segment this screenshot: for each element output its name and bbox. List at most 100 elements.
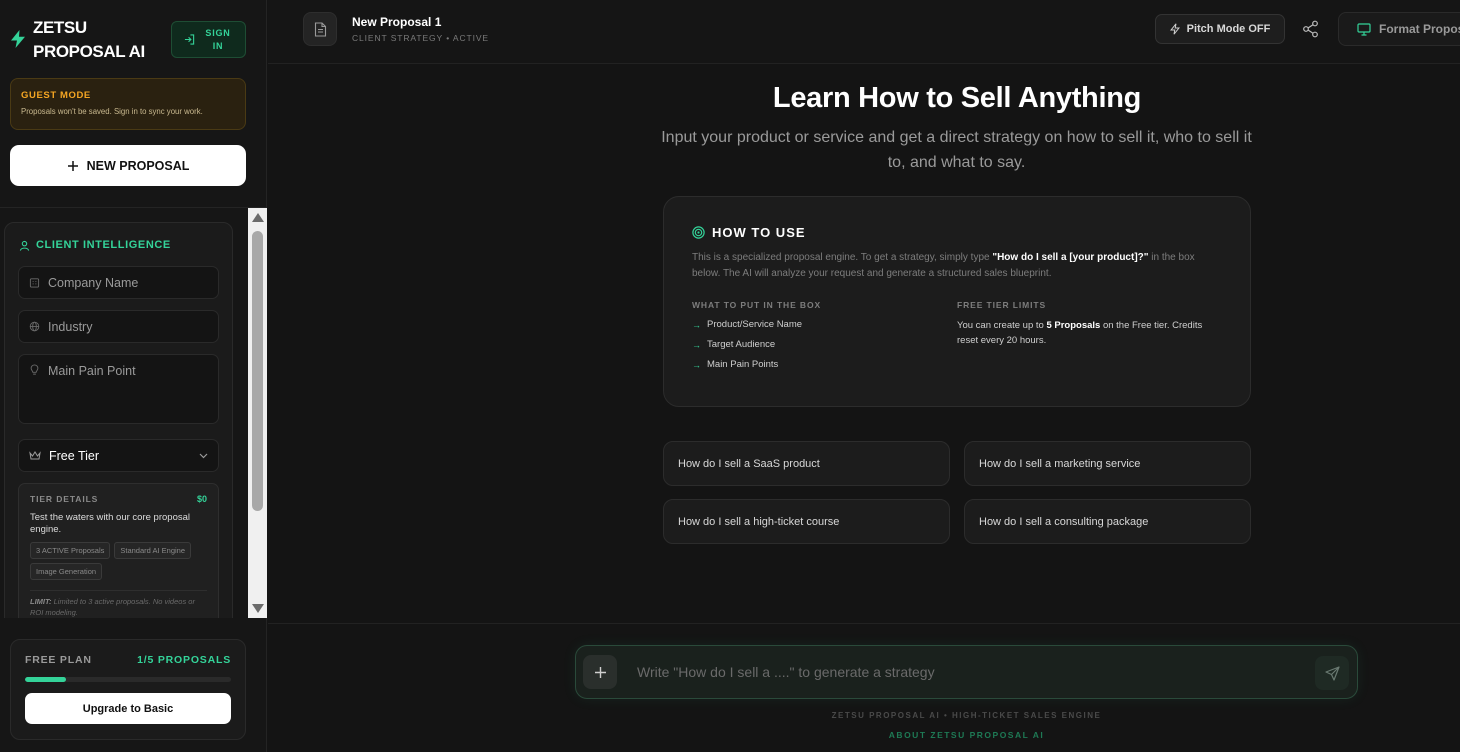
how-to-use-columns: WHAT TO PUT IN THE BOX → Product/Service … bbox=[692, 300, 1222, 370]
pitch-mode-toggle[interactable]: Pitch Mode OFF bbox=[1155, 14, 1285, 44]
client-intelligence-panel: CLIENT INTELLIGENCE Company Name Industr… bbox=[4, 222, 233, 618]
suggestion-card[interactable]: How do I sell a SaaS product bbox=[663, 441, 950, 486]
sidebar-scrollbar[interactable] bbox=[248, 208, 267, 618]
building-icon bbox=[29, 278, 40, 288]
tier-description: Test the waters with our core proposal e… bbox=[30, 512, 190, 535]
list-item: → Product/Service Name bbox=[692, 319, 957, 330]
list-item-label: Product/Service Name bbox=[707, 319, 803, 330]
free-tier-limits-text: You can create up to 5 Proposals on the … bbox=[957, 318, 1222, 348]
tier-select-value: Free Tier bbox=[29, 449, 99, 463]
client-intelligence-scroll-region[interactable]: CLIENT INTELLIGENCE Company Name Industr… bbox=[0, 208, 267, 618]
share-icon[interactable] bbox=[1301, 19, 1321, 39]
suggestion-card[interactable]: How do I sell a consulting package bbox=[964, 499, 1251, 544]
tier-limit-text: Limited to 3 active proposals. No videos… bbox=[30, 597, 195, 617]
prompt-input[interactable] bbox=[637, 664, 1297, 680]
bolt-outline-icon bbox=[1169, 23, 1180, 35]
plan-header: FREE PLAN 1/5 PROPOSALS bbox=[25, 654, 231, 666]
company-name-field[interactable]: Company Name bbox=[18, 266, 219, 299]
guest-mode-text: Proposals won't be saved. Sign in to syn… bbox=[21, 107, 203, 116]
tier-price: $0 bbox=[196, 494, 207, 504]
how-to-use-title: HOW TO USE bbox=[692, 225, 1222, 240]
plan-usage-fill bbox=[25, 677, 67, 682]
suggestion-card[interactable]: How do I sell a high-ticket course bbox=[663, 499, 950, 544]
client-intelligence-title: CLIENT INTELLIGENCE bbox=[19, 239, 171, 251]
how-text-example: "How do I sell a [your product]?" bbox=[992, 252, 1149, 263]
upgrade-button[interactable]: Upgrade to Basic bbox=[25, 693, 231, 724]
format-proposal-button[interactable]: Format Proposal bbox=[1338, 12, 1460, 46]
guest-mode-banner: GUEST MODE Proposals won't be saved. Sig… bbox=[10, 78, 246, 130]
tier-details-header: TIER DETAILS $0 bbox=[30, 494, 207, 504]
send-button[interactable] bbox=[1315, 656, 1349, 690]
pain-point-field[interactable]: Main Pain Point bbox=[18, 354, 219, 424]
plus-icon bbox=[67, 160, 78, 171]
lightbulb-icon bbox=[30, 364, 39, 375]
sign-in-icon bbox=[184, 34, 195, 45]
free-tier-limits-column: FREE TIER LIMITS You can create up to 5 … bbox=[957, 300, 1222, 370]
scroll-up-arrow-icon[interactable] bbox=[252, 213, 264, 222]
tier-feature-chip: Image Generation bbox=[30, 563, 103, 580]
app-root: ZETSU PROPOSAL AI SIGN IN GUEST MODE Pro… bbox=[0, 0, 1460, 752]
limits-text-bold: 5 Proposals bbox=[1046, 320, 1101, 331]
scroll-down-arrow-icon[interactable] bbox=[252, 604, 264, 613]
industry-field[interactable]: Industry bbox=[18, 310, 219, 343]
chevron-down-icon bbox=[199, 453, 208, 458]
tier-separator bbox=[30, 590, 207, 591]
list-item-label: Main Pain Points bbox=[707, 359, 779, 370]
tier-features: 3 ACTIVE Proposals Standard AI Engine Im… bbox=[30, 542, 207, 580]
list-item: → Target Audience bbox=[692, 339, 957, 350]
top-header: New Proposal 1 CLIENT STRATEGY • ACTIVE … bbox=[268, 0, 1460, 64]
sidebar: ZETSU PROPOSAL AI SIGN IN GUEST MODE Pro… bbox=[0, 0, 267, 752]
tier-details-title: TIER DETAILS bbox=[30, 494, 99, 504]
client-intelligence-label: CLIENT INTELLIGENCE bbox=[36, 239, 171, 251]
sign-in-label: SIGN IN bbox=[205, 27, 231, 51]
how-to-use-label: HOW TO USE bbox=[712, 225, 806, 240]
crown-icon bbox=[29, 451, 41, 460]
prompt-composer bbox=[575, 645, 1358, 699]
what-to-put-column: WHAT TO PUT IN THE BOX → Product/Service … bbox=[692, 300, 957, 370]
guest-mode-title: GUEST MODE bbox=[21, 90, 91, 101]
plan-usage-bar bbox=[25, 677, 231, 682]
proposal-title: New Proposal 1 bbox=[352, 15, 442, 29]
arrow-right-icon: → bbox=[692, 339, 701, 350]
tier-select-label: Free Tier bbox=[49, 448, 100, 463]
limits-text-part: You can create up to bbox=[957, 320, 1047, 331]
attach-button[interactable] bbox=[583, 655, 617, 689]
footer-note: ZETSU PROPOSAL AI • HIGH-TICKET SALES EN… bbox=[831, 711, 1102, 720]
composer-divider bbox=[268, 623, 1460, 624]
plus-icon bbox=[594, 666, 606, 678]
brand-name: ZETSU PROPOSAL AI bbox=[33, 18, 145, 61]
pitch-mode-label: Pitch Mode OFF bbox=[1186, 23, 1271, 35]
sign-in-button[interactable]: SIGN IN bbox=[171, 21, 246, 58]
industry-placeholder: Industry bbox=[48, 319, 93, 334]
arrow-right-icon: → bbox=[692, 359, 701, 370]
how-to-use-text: This is a specialized proposal engine. T… bbox=[692, 250, 1222, 282]
plan-usage-count: 1/5 PROPOSALS bbox=[137, 654, 231, 666]
format-proposal-label: Format Proposal bbox=[1379, 22, 1460, 36]
tier-details-box: TIER DETAILS $0 Test the waters with our… bbox=[18, 483, 219, 618]
plan-name: FREE PLAN bbox=[25, 654, 92, 666]
presentation-icon bbox=[1357, 22, 1371, 36]
plan-card: FREE PLAN 1/5 PROPOSALS Upgrade to Basic bbox=[10, 639, 246, 740]
globe-icon bbox=[29, 321, 40, 332]
what-to-put-title: WHAT TO PUT IN THE BOX bbox=[692, 300, 822, 310]
proposal-subtitle: CLIENT STRATEGY • ACTIVE bbox=[352, 33, 489, 43]
user-icon bbox=[19, 240, 30, 251]
new-proposal-button[interactable]: NEW PROPOSAL bbox=[10, 145, 246, 186]
how-text-part: This is a specialized proposal engine. T… bbox=[692, 252, 993, 263]
company-name-placeholder: Company Name bbox=[48, 275, 139, 290]
tier-select[interactable]: Free Tier bbox=[18, 439, 219, 472]
arrow-right-icon: → bbox=[692, 319, 701, 330]
target-icon bbox=[692, 226, 705, 239]
new-proposal-label: NEW PROPOSAL bbox=[86, 158, 190, 173]
bolt-icon bbox=[11, 30, 25, 48]
page-title: Learn How to Sell Anything bbox=[772, 82, 1142, 114]
suggestion-card[interactable]: How do I sell a marketing service bbox=[964, 441, 1251, 486]
send-icon bbox=[1324, 665, 1340, 681]
tier-feature-chip: Standard AI Engine bbox=[114, 542, 192, 559]
pain-point-placeholder: Main Pain Point bbox=[48, 364, 136, 378]
scrollbar-thumb[interactable] bbox=[252, 231, 263, 511]
free-tier-limits-title: FREE TIER LIMITS bbox=[957, 300, 1047, 310]
about-link[interactable]: ABOUT ZETSU PROPOSAL AI bbox=[575, 730, 1358, 740]
page-subtitle: Input your product or service and get a … bbox=[661, 129, 1252, 171]
how-to-use-card: HOW TO USE This is a specialized proposa… bbox=[663, 196, 1251, 407]
